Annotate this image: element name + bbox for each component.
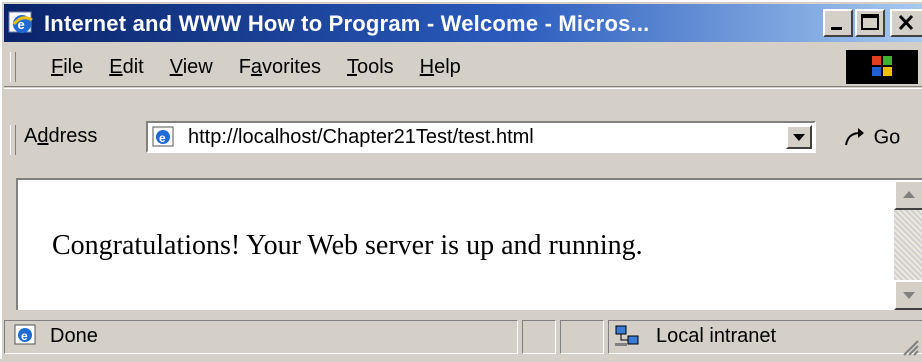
minimize-button[interactable] xyxy=(823,9,853,37)
menu-view[interactable]: View xyxy=(157,54,226,80)
address-bar: Address e http://localhost/Chapter21Test… xyxy=(4,88,922,175)
menu-favorites[interactable]: Favorites xyxy=(226,54,334,80)
local-intranet-icon xyxy=(614,324,640,348)
status-pane-progress xyxy=(522,320,556,354)
go-arrow-icon xyxy=(845,128,864,146)
title-bar[interactable]: e Internet and WWW How to Program - Welc… xyxy=(4,4,922,42)
ie-page-icon: e xyxy=(152,126,176,148)
go-button[interactable]: Go xyxy=(842,125,922,153)
menu-edit[interactable]: Edit xyxy=(96,54,156,80)
menu-grip[interactable] xyxy=(10,52,16,82)
close-button[interactable] xyxy=(890,9,922,37)
menu-file[interactable]: File xyxy=(38,54,96,80)
menu-bar: File Edit View Favorites Tools Help xyxy=(4,46,922,87)
svg-text:e: e xyxy=(21,329,28,343)
svg-text:e: e xyxy=(159,131,166,145)
close-icon xyxy=(898,14,914,31)
menu-help[interactable]: Help xyxy=(407,54,474,80)
address-dropdown-button[interactable] xyxy=(786,125,812,149)
address-url[interactable]: http://localhost/Chapter21Test/test.html xyxy=(188,126,534,149)
ie-page-icon: e xyxy=(14,324,38,346)
zone-text: Local intranet xyxy=(656,325,777,347)
svg-text:e: e xyxy=(18,17,25,32)
scroll-up-button[interactable] xyxy=(894,180,922,210)
menu-tools[interactable]: Tools xyxy=(334,54,407,80)
maximize-button[interactable] xyxy=(855,9,885,37)
chevron-down-icon xyxy=(793,134,805,141)
page-content: Congratulations! Your Web server is up a… xyxy=(16,178,922,310)
status-pane-secure xyxy=(560,320,604,354)
window-title: Internet and WWW How to Program - Welcom… xyxy=(44,11,650,36)
status-text: Done xyxy=(50,325,98,347)
browser-window: e Internet and WWW How to Program - Welc… xyxy=(0,0,922,359)
windows-logo-icon xyxy=(846,50,918,84)
welcome-message: Congratulations! Your Web server is up a… xyxy=(52,230,643,261)
go-label: Go xyxy=(873,126,901,149)
address-grip[interactable] xyxy=(10,125,16,155)
ie-icon: e xyxy=(8,10,36,36)
arrow-up-icon xyxy=(903,191,915,198)
scroll-down-button[interactable] xyxy=(894,280,922,310)
arrow-down-icon xyxy=(903,292,915,299)
address-label: Address xyxy=(24,125,98,147)
vertical-scrollbar[interactable] xyxy=(894,180,922,310)
status-bar: e Done Local intranet xyxy=(4,314,922,361)
resize-grip-icon[interactable] xyxy=(900,337,920,357)
address-input[interactable]: e http://localhost/Chapter21Test/test.ht… xyxy=(146,121,816,153)
